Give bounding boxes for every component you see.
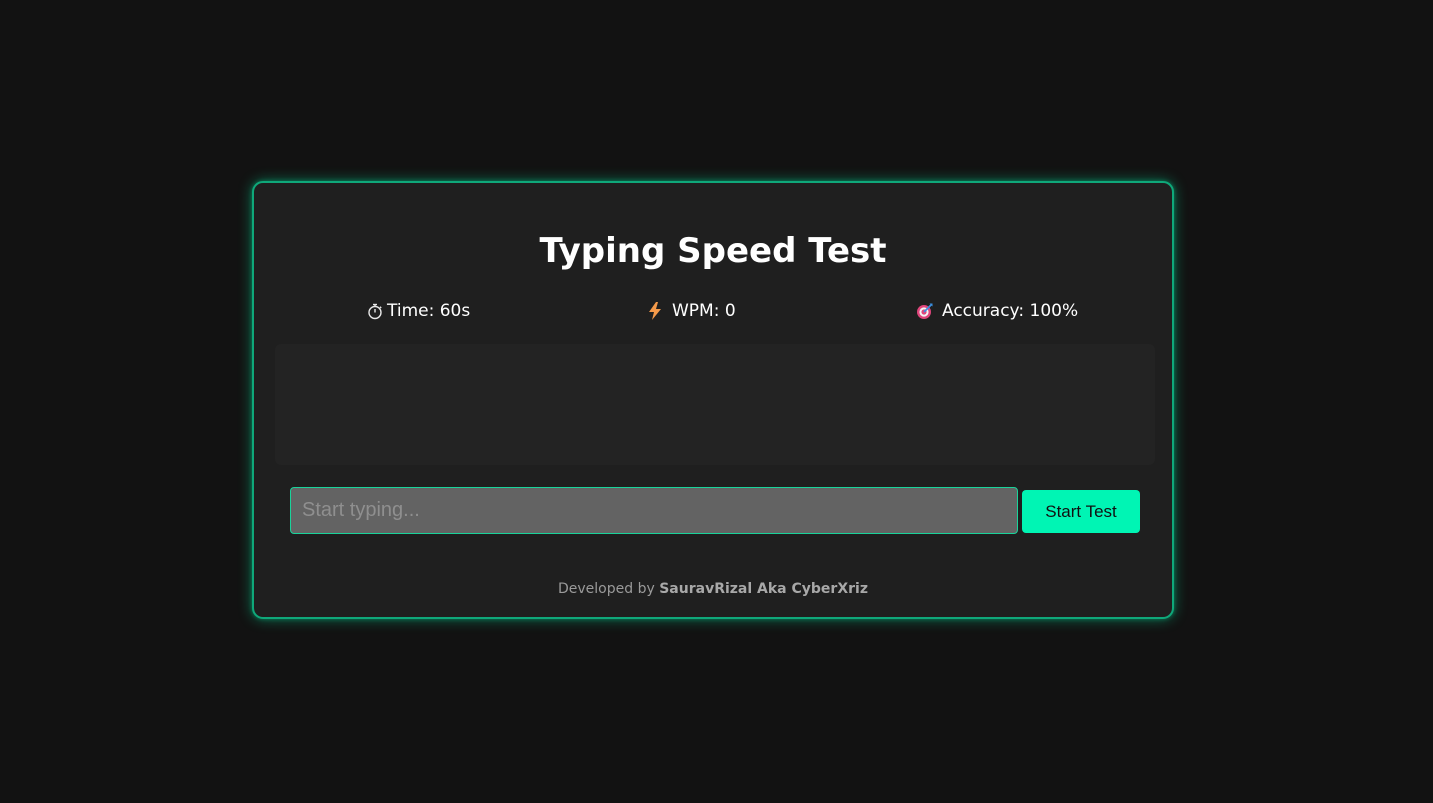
footer-author: SauravRizal Aka CyberXriz	[659, 581, 868, 597]
quote-display	[275, 344, 1155, 465]
footer-prefix: Developed by	[558, 581, 655, 597]
stats-bar: Time: 60s WPM: 0 Accuracy: 100%	[254, 301, 1172, 325]
time-label: Time: 60s	[387, 301, 471, 321]
wpm-stat: WPM: 0	[646, 301, 736, 321]
accuracy-stat: Accuracy: 100%	[916, 301, 1078, 321]
accuracy-label: Accuracy: 100%	[942, 301, 1079, 321]
wpm-label: WPM: 0	[672, 301, 736, 321]
lightning-icon	[646, 302, 664, 320]
typing-input[interactable]	[290, 487, 1018, 534]
time-stat: Time: 60s	[366, 301, 470, 321]
typing-test-card: Typing Speed Test Time: 60s WPM: 0 Accur…	[252, 181, 1174, 619]
start-test-button[interactable]: Start Test	[1022, 490, 1140, 533]
footer-credit: Developed by SauravRizal Aka CyberXriz	[254, 581, 1172, 597]
page-title: Typing Speed Test	[539, 231, 887, 271]
target-icon	[916, 302, 934, 320]
stopwatch-icon	[366, 302, 384, 320]
